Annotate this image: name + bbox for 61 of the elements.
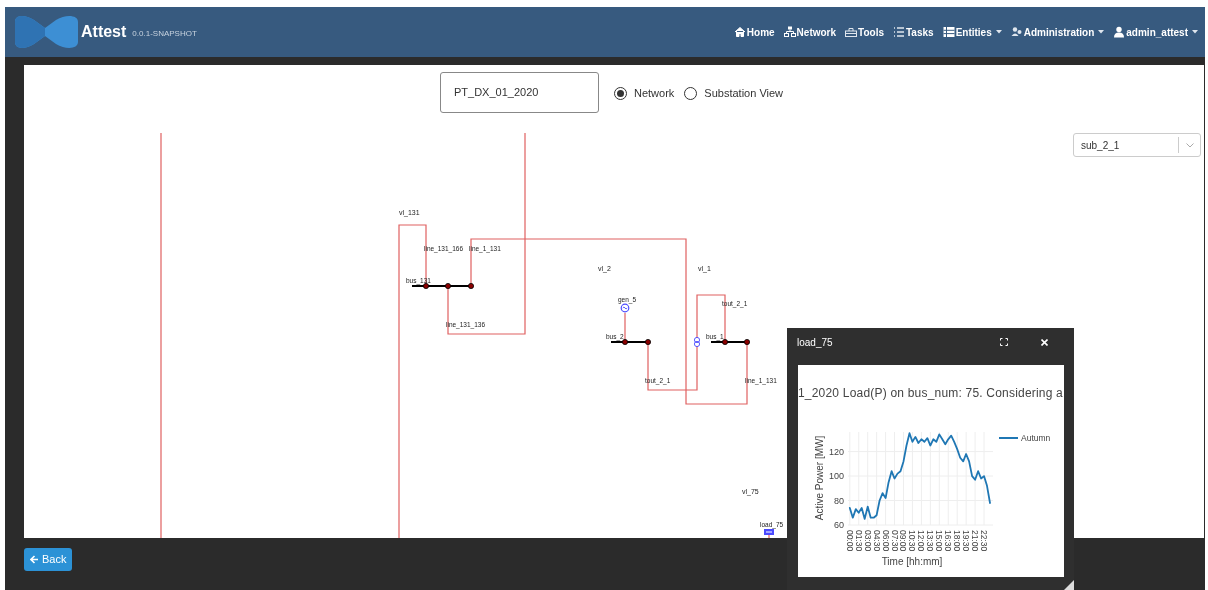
axis-tick-label: 21:00 [970, 530, 981, 552]
close-icon[interactable] [1041, 338, 1048, 346]
nav-link[interactable]: Network [783, 24, 837, 40]
radio-button[interactable] [614, 86, 627, 100]
axis-tick-label: 22:30 [979, 530, 990, 552]
version-label: 0.0.1-SNAPSHOT [132, 28, 197, 40]
axis-tick-label: 13:30 [925, 530, 936, 552]
radio-option[interactable]: Substation View [684, 85, 784, 102]
axis-tick-label: 01:30 [853, 530, 864, 552]
load-icon[interactable] [764, 529, 774, 535]
axis-tick-label: 04:30 [871, 530, 882, 552]
axis-tick-label: 16:30 [943, 530, 954, 552]
network-field[interactable]: PT_DX_01_2020 [440, 72, 599, 113]
axis-tick-label: 15:00 [934, 530, 945, 552]
fullscreen-icon[interactable] [1000, 338, 1008, 346]
transformer-icon[interactable] [693, 336, 701, 348]
chart-description: 1_2020 Load(P) on bus_num: 75. Considering a [798, 385, 1063, 402]
nav-link[interactable]: Home [733, 24, 775, 40]
radio-button[interactable] [684, 86, 698, 100]
nav-link[interactable]: admin_attest [1113, 24, 1198, 40]
nav-link[interactable]: Administration [1010, 24, 1105, 40]
axis-tick-label: 18:00 [952, 530, 963, 552]
axis-tick-label: 06:00 [880, 530, 891, 552]
generator-icon[interactable] [620, 303, 630, 313]
axis-tick-label: 07:30 [889, 530, 900, 552]
axis-tick-label: 60 [834, 520, 844, 530]
legend-item[interactable]: Autumn [998, 433, 1051, 443]
chevron-down-icon [1185, 142, 1194, 148]
popup-title: load_75 [797, 335, 833, 350]
axis-tick-label: 19:30 [961, 530, 972, 552]
user-icon [1113, 26, 1126, 38]
home-icon [733, 26, 746, 38]
busbar[interactable] [610, 339, 651, 345]
app-title[interactable]: Attest [81, 20, 127, 44]
axis-tick-label: 12:00 [916, 530, 927, 552]
axis-tick-label: 100 [828, 471, 844, 482]
nav-link[interactable]: Tasks [893, 24, 934, 40]
axis-tick-label: 09:00 [898, 530, 909, 552]
resize-handle-icon[interactable] [1064, 580, 1074, 590]
nav-link[interactable]: Entities [942, 24, 1002, 40]
axis-tick-label: 80 [834, 495, 844, 506]
axis-tick-label: 00:00 [844, 530, 855, 552]
radio-option[interactable]: Network [614, 85, 675, 102]
axis-tick-label: 03:00 [862, 530, 873, 552]
users-icon [1010, 26, 1023, 38]
substation-select[interactable]: sub_2_1 [1073, 133, 1201, 157]
busbar[interactable] [411, 283, 474, 289]
legend-label: Autumn [1021, 433, 1051, 443]
axis-title: Active Power [MW] [814, 435, 825, 521]
logo-icon [12, 14, 78, 50]
power-line [768, 534, 770, 538]
network-icon [783, 26, 796, 38]
axis-title: Time [hh:mm] [881, 556, 943, 567]
list-icon [893, 26, 905, 38]
axis-tick-label: 120 [828, 446, 844, 457]
nav-link[interactable]: Tools [845, 24, 884, 40]
table-icon [942, 26, 955, 38]
busbar[interactable] [710, 339, 750, 345]
arrow-left-icon [30, 554, 39, 564]
axis-tick-label: 10:30 [907, 530, 918, 552]
toolbox-icon [845, 26, 858, 38]
